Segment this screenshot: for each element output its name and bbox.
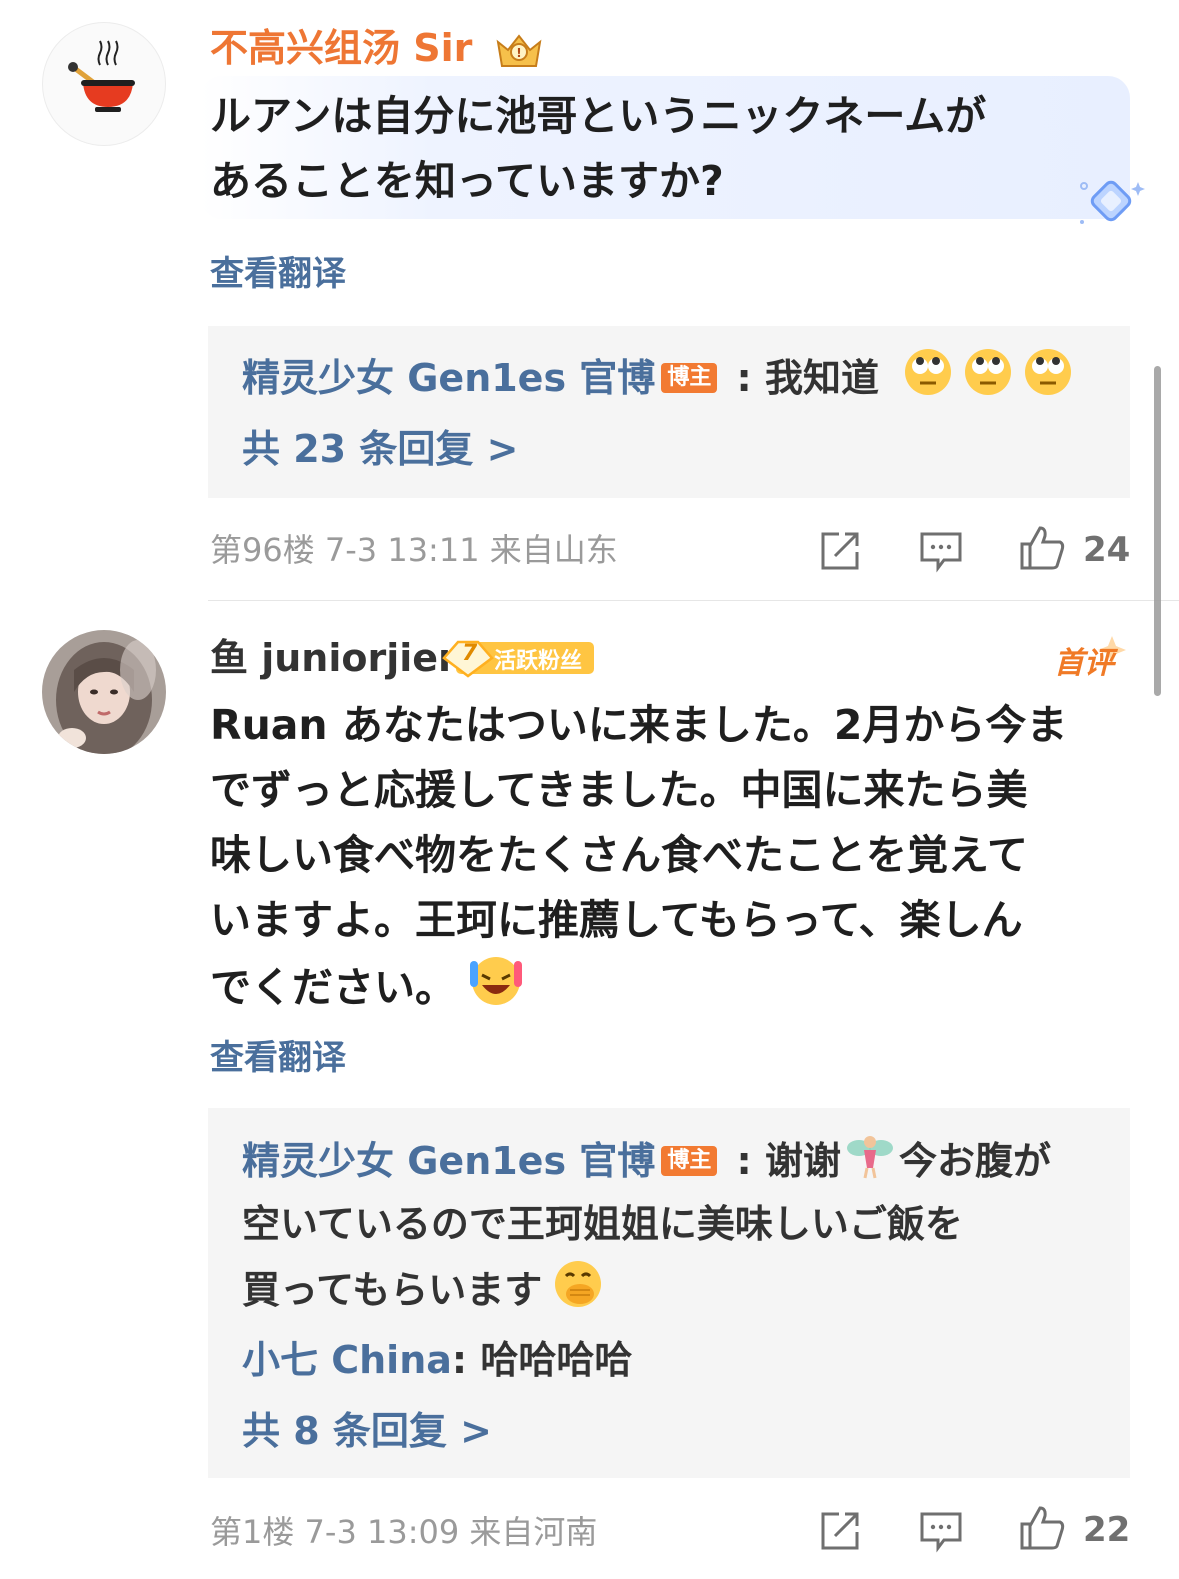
like-count: 24 xyxy=(1083,530,1131,570)
avatar[interactable] xyxy=(42,630,166,754)
share-icon[interactable] xyxy=(817,528,863,574)
crown-badge-icon: ! xyxy=(490,26,548,72)
reply-separator: : xyxy=(723,356,765,400)
reply-count-link[interactable]: 共 23 条回复 > xyxy=(242,424,518,474)
scrollbar[interactable] xyxy=(1154,366,1161,696)
view-translation-link[interactable]: 查看翻译 xyxy=(210,1036,346,1080)
reply-separator: : xyxy=(451,1338,481,1382)
reply-text: 買ってもらいます xyxy=(242,1268,543,1312)
reply-box[interactable]: 精灵少女 Gen1es 官博 博主 : 谢谢 今お腹が 空いているので王珂姐姐に美… xyxy=(208,1108,1130,1478)
reply-author[interactable]: 精灵少女 Gen1es 官博 xyxy=(242,1139,655,1183)
sub-reply-author[interactable]: 小七 China xyxy=(242,1338,452,1382)
thumbs-up-icon[interactable] xyxy=(1018,524,1065,570)
first-review-badge: 首评 xyxy=(1052,632,1132,681)
reply-separator: : xyxy=(723,1139,765,1183)
comment-text: ルアンは自分に池哥というニックネームが あることを知っていますか? xyxy=(210,92,987,205)
reply-text: 谢谢 xyxy=(764,1139,841,1183)
fan-badge-label: 活跃粉丝 xyxy=(494,649,583,674)
reply-text: 我知道 xyxy=(764,356,879,400)
fan-badge-level: 7 xyxy=(462,641,478,666)
comment-icon[interactable] xyxy=(918,1508,964,1554)
share-icon[interactable] xyxy=(817,1508,863,1554)
sub-reply-text: 哈哈哈哈 xyxy=(480,1338,633,1382)
divider xyxy=(208,600,1179,601)
username[interactable]: 不高兴组汤 Sir xyxy=(210,24,472,72)
avatar[interactable] xyxy=(42,22,166,146)
username[interactable]: 鱼 juniorjier xyxy=(210,634,457,682)
blogger-tag: 博主 xyxy=(661,362,718,393)
reply-text: 空いているので王珂姐姐に美味しいご飯を xyxy=(242,1202,963,1246)
reply-box[interactable]: 精灵少女 Gen1es 官博 博主 : 我知道 共 23 条回复 > xyxy=(208,326,1130,498)
reply-count-link[interactable]: 共 8 条回复 > xyxy=(242,1406,492,1456)
comment-meta: 第1楼 7-3 13:09 来自河南 xyxy=(210,1513,598,1551)
comment-meta: 第96楼 7-3 13:11 来自山东 xyxy=(210,531,618,569)
fairy-emoji-icon xyxy=(845,1130,895,1197)
hand-over-mouth-emoji-icon xyxy=(552,1258,604,1327)
rolling-eyes-emoji-icon xyxy=(902,346,1082,415)
comment-text: Ruan あなたはついに来ました。2月から今ま でずっと応援してきました。中国に… xyxy=(210,693,1130,1028)
laughing-emoji-icon xyxy=(466,953,526,1028)
thumbs-up-icon[interactable] xyxy=(1018,1504,1065,1550)
svg-text:!: ! xyxy=(516,46,521,60)
view-translation-link[interactable]: 查看翻译 xyxy=(210,252,346,296)
soup-bowl-icon xyxy=(68,40,135,112)
blogger-tag: 博主 xyxy=(661,1145,718,1176)
reply-text: 今お腹が xyxy=(899,1139,1052,1183)
like-count: 22 xyxy=(1083,1510,1131,1550)
reply-author[interactable]: 精灵少女 Gen1es 官博 xyxy=(242,356,655,400)
diamond-sparkle-icon xyxy=(1072,172,1150,236)
comment-icon[interactable] xyxy=(918,528,964,574)
